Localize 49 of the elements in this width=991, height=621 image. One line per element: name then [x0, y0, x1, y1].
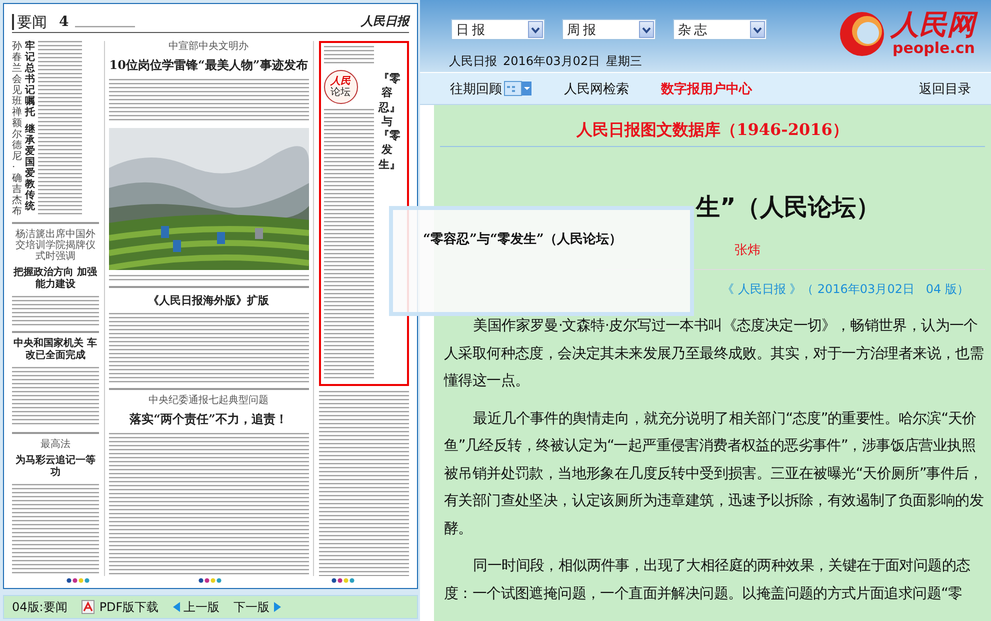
nav-link[interactable]: 返回目录	[919, 80, 971, 98]
arrow-right-icon	[274, 602, 281, 612]
story-kicker: 中宣部中央文明办	[168, 41, 250, 52]
pdf-icon	[81, 600, 96, 614]
arrow-left-icon	[172, 602, 180, 612]
color-marks-icon	[330, 578, 355, 583]
story-kicker: 最高法	[39, 439, 72, 450]
story-headline: 落实“两个责任”不力，追责！	[128, 411, 288, 428]
section-name: 要闻	[12, 14, 47, 30]
story-headline: 把握政治方向 加强能力建设	[12, 267, 98, 291]
calendar-icon[interactable]	[504, 81, 532, 96]
article-paragraph: 同一时间段，相似两件事，出现了大相径庭的两种效果，关键在于面对问题的态度：一个试图遮掩问题，一个直面并解决问题。以掩盖问题的方式片面追求问题“零	[444, 556, 972, 604]
story-headline: 《人民日报海外版》扩版	[147, 293, 270, 308]
tooltip-text: “零容忍”与“零发生”（人民论坛）	[423, 232, 622, 247]
article-paragraph: 美国作家罗曼·文森特·皮尔写过一本书叫《态度决定一切》，畅销世界，认为一个人采取何种态度，会决定其未来发展乃至最终成败。其实，对于一方治理者来说，也需懂得这一点。	[444, 316, 985, 391]
archive-link[interactable]: 往期回顾	[450, 80, 532, 98]
story-headline: 中央和国家机关 车改已全面完成	[12, 338, 98, 362]
database-title: 人民日报图文数据库（1946-2016）	[440, 105, 985, 147]
forum-badge: 人民 论坛	[324, 70, 358, 104]
nav-link[interactable]: 人民网检索	[564, 80, 629, 98]
story-headline: 为马彩云追记一等功	[14, 455, 96, 479]
previous-page-link[interactable]: 上一版	[172, 598, 220, 616]
issue-date: 2016年03月02日	[503, 53, 600, 70]
dropdown[interactable]: 日报	[451, 19, 545, 40]
masthead: 人民日报	[361, 13, 409, 30]
page-label: 04版:要闻	[12, 598, 68, 616]
lead-headline: 继承爱国爱教传统	[25, 124, 35, 212]
lead-subtitle: 孙春兰会见班禅额尔德尼·确吉杰布	[12, 41, 22, 217]
page-number: 4	[59, 14, 69, 30]
color-marks-icon	[198, 578, 222, 583]
logo-domain: people.cn	[892, 41, 975, 56]
dropdown[interactable]: 周报	[562, 19, 656, 40]
lead-headline: 牢记总书记嘱托	[25, 41, 35, 118]
paper-name: 人民日报	[449, 53, 497, 70]
text-lines-drawing	[74, 26, 135, 30]
weekday: 星期三	[606, 53, 642, 70]
dropdown[interactable]: 杂志	[673, 19, 767, 40]
author-name: 张炜	[734, 242, 762, 259]
article-title: 生”（人民论坛）	[696, 192, 880, 223]
text-lines-drawing	[324, 46, 374, 66]
next-page-link[interactable]: 下一版	[234, 598, 281, 616]
article-source: 《 人民日报 》（ 2016年03月02日 04 版）	[722, 282, 970, 296]
story-kicker: 杨洁篪出席中国外交培训学院揭牌仪式时强调	[14, 229, 96, 262]
nav-link[interactable]: 数字报用户中心	[661, 80, 752, 98]
story-headline: 10位岗位学雷锋“最美人物”事迹发布	[108, 57, 309, 74]
pdf-download-link[interactable]: PDF版下载	[81, 598, 159, 616]
color-marks-icon	[66, 578, 90, 583]
article-paragraph: 最近几个事件的舆情走向，就充分说明了相关部门“态度”的重要性。哈尔滨“天价鱼”几经反转，终被认定为“一起严重侵害消费者权益的恶劣事件”，涉事饭店营业执照被吊销并处罚款，当地形象在几度反转中受到损害。三亚在被曝光“天价厕所”事件后，有关部门查处坚决，认定该厕所为违章建筑，迅速予以拆除，有效遏制了负面影响的发酵。	[444, 408, 985, 538]
story-kicker: 中央纪委通报七起典型问题	[148, 395, 270, 406]
